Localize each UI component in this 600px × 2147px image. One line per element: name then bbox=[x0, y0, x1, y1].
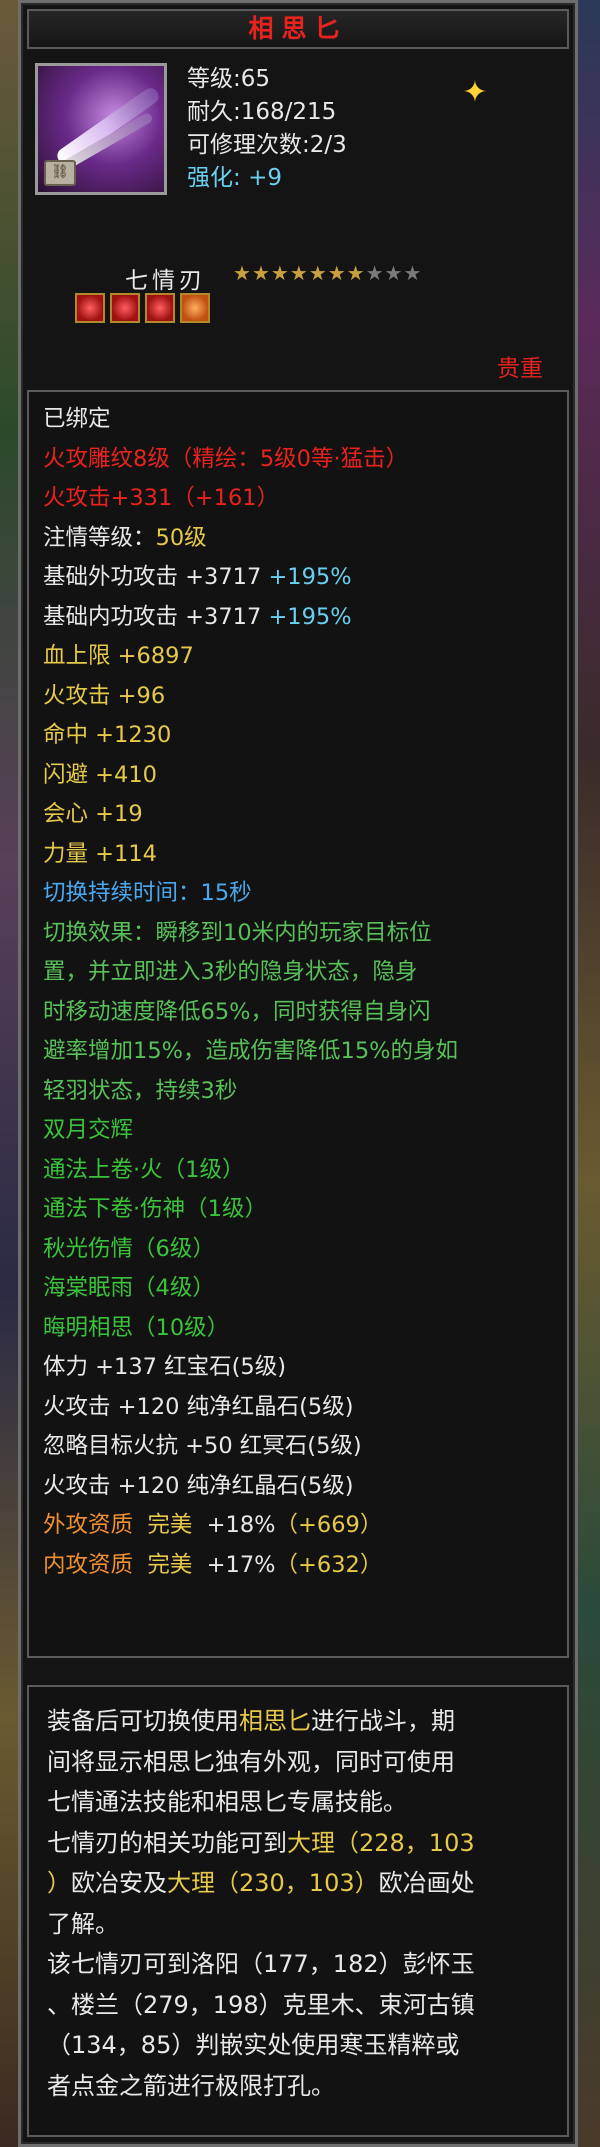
desc-line: 七情通法技能和相思匕专属技能。 bbox=[47, 1788, 407, 1816]
desc-line: ）欧冶安及大理（230，103）欧冶画处 bbox=[47, 1869, 475, 1897]
stat-crit: 会心 +19 bbox=[43, 801, 143, 827]
star-icon: ★ bbox=[308, 261, 328, 285]
star-icon: ★ bbox=[365, 261, 385, 285]
fire-attack-engrave: 火攻击+331（+161） bbox=[43, 485, 280, 511]
dagger-icon[interactable]: ⛓ bbox=[35, 63, 167, 195]
skill-line: 通法下卷·伤神（1级） bbox=[43, 1196, 267, 1222]
rarity-label: 贵重 bbox=[497, 356, 543, 382]
desc-line: 了解。 bbox=[47, 1909, 119, 1938]
switch-effect-line: 置，并立即进入3秒的隐身状态，隐身 bbox=[43, 959, 418, 985]
fire-engrave: 火攻雕纹8级（精绘：5级0等·猛击） bbox=[43, 445, 409, 472]
desc-line: 七情刃的相关功能可到大理（228，103 bbox=[47, 1828, 475, 1857]
item-enhance: 强化: +9 bbox=[187, 165, 282, 191]
star-icon: ★ bbox=[327, 261, 347, 285]
desc-line: 装备后可切换使用相思匕进行战斗，期 bbox=[47, 1707, 455, 1735]
stat-fire: 火攻击 +96 bbox=[43, 682, 166, 709]
switch-effect-line: 轻羽状态，持续3秒 bbox=[43, 1077, 238, 1104]
skill-line: 通法上卷·火（1级） bbox=[43, 1156, 245, 1183]
infuse-level: 注情等级：50级 bbox=[43, 524, 207, 551]
item-basic-stats: 等级:65 耐久:168/215 可修理次数:2/3 强化: +9 bbox=[187, 63, 347, 195]
base-external-attack: 基础外功攻击 +3717 +195% bbox=[43, 564, 352, 590]
gem-slot-icon[interactable] bbox=[145, 293, 175, 323]
sub-name: 七情刃 bbox=[125, 268, 206, 294]
switch-effect-line: 避率增加15%，造成伤害降低15%的身如 bbox=[43, 1038, 459, 1064]
star-icon: ★ bbox=[346, 261, 366, 285]
sparkle-icon: ✦ bbox=[462, 75, 488, 110]
gem-slot-icon[interactable] bbox=[110, 293, 140, 323]
gem-stat-line: 火攻击 +120 纯净红晶石(5级) bbox=[43, 1472, 354, 1499]
star-rating: ★★★★★★★★★★ bbox=[233, 261, 422, 285]
switch-effect-line: 时移动速度降低65%，同时获得自身闪 bbox=[43, 998, 431, 1025]
skill-line: 秋光伤情（6级） bbox=[43, 1235, 215, 1262]
star-icon: ★ bbox=[233, 261, 252, 285]
skill-line: 双月交辉 bbox=[43, 1117, 134, 1143]
stat-dodge: 闪避 +410 bbox=[43, 761, 157, 788]
gem-slots bbox=[75, 293, 215, 327]
lock-icon: ⛓ bbox=[44, 160, 76, 186]
attributes-panel: 已绑定 火攻雕纹8级（精绘：5级0等·猛击） 火攻击+331（+161） 注情等… bbox=[27, 390, 569, 1658]
desc-line: 该七情刃可到洛阳（177，182）彭怀玉 bbox=[47, 1950, 475, 1978]
star-icon: ★ bbox=[384, 261, 404, 285]
switch-duration: 切换持续时间：15秒 bbox=[43, 880, 252, 906]
game-scene-right bbox=[576, 0, 600, 2147]
base-internal-attack: 基础内功攻击 +3717 +195% bbox=[43, 603, 352, 630]
item-tooltip: 相思匕 ⛓ 等级:65 耐久:168/215 可修理次数:2/3 强化: +9 … bbox=[18, 0, 578, 2147]
stat-hit: 命中 +1230 bbox=[43, 722, 172, 748]
aptitude-external: 外攻资质 完美 +18%（+669） bbox=[43, 1512, 383, 1538]
item-repairs: 可修理次数:2/3 bbox=[187, 132, 347, 158]
item-level: 等级:65 bbox=[187, 66, 271, 92]
desc-line: 者点金之箭进行极限打孔。 bbox=[47, 2071, 335, 2100]
item-title-bar: 相思匕 bbox=[27, 9, 569, 49]
item-durability: 耐久:168/215 bbox=[187, 99, 337, 125]
star-icon: ★ bbox=[403, 261, 423, 285]
gem-stat-line: 火攻击 +120 纯净红晶石(5级) bbox=[43, 1393, 354, 1420]
aptitude-internal: 内攻资质 完美 +17%（+632） bbox=[43, 1551, 383, 1578]
star-icon: ★ bbox=[289, 261, 309, 285]
gem-stat-line: 体力 +137 红宝石(5级) bbox=[43, 1354, 286, 1380]
switch-effect-line: 切换效果：瞬移到10米内的玩家目标位 bbox=[43, 919, 432, 946]
gem-slot-icon[interactable] bbox=[180, 293, 210, 323]
description-panel: 装备后可切换使用相思匕进行战斗，期 间将显示相思匕独有外观，同时可使用 七情通法… bbox=[27, 1685, 569, 2137]
desc-line: 、楼兰（279，198）克里木、束河古镇 bbox=[47, 1990, 475, 2019]
gem-stat-line: 忽略目标火抗 +50 红冥石(5级) bbox=[43, 1433, 362, 1459]
bound-status: 已绑定 bbox=[43, 406, 111, 432]
desc-line: （134，85）判嵌实处使用寒玉精粹或 bbox=[47, 2031, 460, 2059]
stat-hp: 血上限 +6897 bbox=[43, 643, 194, 669]
skill-line: 海棠眠雨（4级） bbox=[43, 1275, 215, 1301]
star-icon: ★ bbox=[251, 261, 271, 285]
gem-slot-icon[interactable] bbox=[75, 293, 105, 323]
star-icon: ★ bbox=[270, 261, 290, 285]
skill-line: 晦明相思（10级） bbox=[43, 1314, 230, 1341]
desc-line: 间将显示相思匕独有外观，同时可使用 bbox=[47, 1747, 455, 1776]
item-name: 相思匕 bbox=[248, 14, 348, 43]
stat-str: 力量 +114 bbox=[43, 840, 157, 867]
